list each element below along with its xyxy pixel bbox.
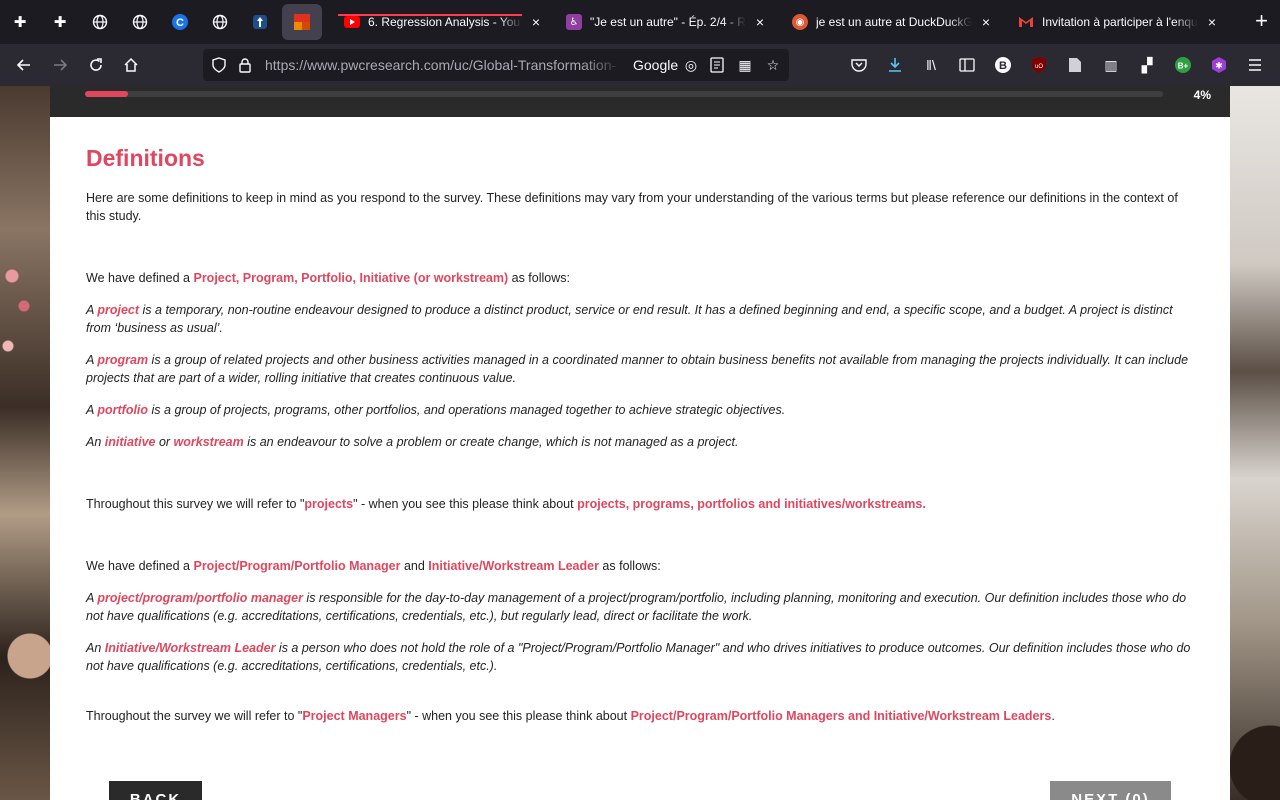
bookmark-app-icon xyxy=(251,13,269,31)
tab-title: Invitation à participer à l'enquête xyxy=(1042,15,1198,29)
pinned-tab-1[interactable]: ✚ xyxy=(0,0,40,44)
sidebar-icon[interactable] xyxy=(957,55,977,75)
duckduckgo-icon: ◉ xyxy=(792,14,808,30)
url-bar[interactable]: https://www.pwcresearch.com/uc/Global-Tr… xyxy=(203,49,789,81)
lock-icon[interactable] xyxy=(235,55,255,75)
pinned-tab-3[interactable] xyxy=(80,0,120,44)
svg-text:B+: B+ xyxy=(1178,62,1189,71)
fingerprint-icon[interactable]: ◎ xyxy=(681,55,701,75)
next-button[interactable]: NEXT (0) xyxy=(1050,781,1171,800)
c-app-icon: C xyxy=(171,13,189,31)
definition-leader: An Initiative/Workstream Leader is a per… xyxy=(86,641,1191,673)
svg-text:B: B xyxy=(999,60,1007,72)
close-icon[interactable]: × xyxy=(978,14,994,30)
pinned-tab-7[interactable] xyxy=(240,0,280,44)
pinned-tab-active-pwc[interactable] xyxy=(282,4,322,40)
url-path: /uc/Global-Transformation- xyxy=(450,57,617,73)
pinned-tab-4[interactable] xyxy=(120,0,160,44)
tab-title: "Je est un autre" - Ép. 2/4 - Rimbaud xyxy=(590,15,746,29)
pinned-tab-5[interactable]: C xyxy=(160,0,200,44)
definition-project: A project is a temporary, non-routine en… xyxy=(86,303,1173,335)
svg-text:C: C xyxy=(176,17,184,29)
definition-intro-managers: We have defined a Project/Program/Portfo… xyxy=(86,559,661,573)
youtube-icon xyxy=(344,14,360,30)
progress-fill xyxy=(85,91,129,97)
gmail-icon xyxy=(1018,14,1034,30)
pocket-icon[interactable] xyxy=(849,55,869,75)
fence-extension-icon[interactable]: ▥ xyxy=(1101,55,1121,75)
projects-reference-note: Throughout this survey we will refer to … xyxy=(86,497,926,511)
tab-title: 6. Regression Analysis - YouTube xyxy=(368,15,522,29)
globe-icon xyxy=(211,13,229,31)
bplus-extension-icon[interactable]: B+ xyxy=(1173,55,1193,75)
svg-text:uO: uO xyxy=(1035,64,1043,70)
tab-gmail[interactable]: Invitation à participer à l'enquête × xyxy=(1010,4,1228,40)
page-icon[interactable] xyxy=(1065,55,1085,75)
definitions-content: Definitions Here are some definitions to… xyxy=(86,144,1196,739)
tab-strip: ✚ ✚ C 6. Regression Analysis - You × ♿ "… xyxy=(0,0,1280,44)
download-icon[interactable] xyxy=(885,55,905,75)
app-sparkle-icon: ✚ xyxy=(13,14,27,31)
hex-extension-icon[interactable]: ✱ xyxy=(1209,55,1229,75)
page-viewport: 4% Definitions Here are some definitions… xyxy=(0,86,1280,800)
app-sparkle-icon: ✚ xyxy=(53,14,67,31)
url-text[interactable]: https://www.pwcresearch.com/uc/Global-Tr… xyxy=(265,57,625,73)
close-icon[interactable]: × xyxy=(752,14,768,30)
tab-title: je est un autre at DuckDuckGo xyxy=(816,15,972,29)
pinned-tab-2[interactable]: ✚ xyxy=(40,0,80,44)
survey-panel: 4% Definitions Here are some definitions… xyxy=(50,86,1230,800)
close-icon[interactable]: × xyxy=(528,14,544,30)
tab-duckduckgo[interactable]: ◉ je est un autre at DuckDuckGo × xyxy=(784,4,1002,40)
menu-icon[interactable] xyxy=(1245,55,1265,75)
definition-intro-projects: We have defined a Project, Program, Port… xyxy=(86,271,570,285)
definition-initiative: An initiative or workstream is an endeav… xyxy=(86,435,739,449)
star-icon[interactable]: ☆ xyxy=(763,55,783,75)
home-icon[interactable] xyxy=(119,53,143,77)
globe-icon xyxy=(131,13,149,31)
background-photo-right xyxy=(1230,86,1280,800)
page-title: Definitions xyxy=(86,145,205,171)
search-engine-label[interactable]: Google xyxy=(633,57,678,73)
svg-text:✱: ✱ xyxy=(1215,61,1223,71)
progress-percent: 4% xyxy=(1193,88,1211,102)
progress-bar xyxy=(85,91,1163,97)
globe-icon xyxy=(91,13,109,31)
pinned-tab-6[interactable] xyxy=(200,0,240,44)
progress-band: 4% xyxy=(50,86,1230,117)
managers-reference-note: Throughout the survey we will refer to "… xyxy=(86,709,1055,723)
definition-manager: A project/program/portfolio manager is r… xyxy=(86,591,1187,623)
extensions-grid-icon[interactable]: ▞ xyxy=(1137,55,1157,75)
url-host: https://www.pwcresearch.com xyxy=(265,57,451,73)
extension-b-icon[interactable]: B xyxy=(993,55,1013,75)
navigation-toolbar: https://www.pwcresearch.com/uc/Global-Tr… xyxy=(0,44,1280,86)
grid-icon[interactable]: ▦ xyxy=(735,55,755,75)
ublock-icon[interactable]: uO xyxy=(1029,55,1049,75)
definition-program: A program is a group of related projects… xyxy=(86,353,1189,385)
back-button[interactable]: BACK xyxy=(109,781,202,800)
shield-icon[interactable] xyxy=(209,55,229,75)
background-photo-left xyxy=(0,86,50,800)
definition-portfolio: A portfolio is a group of projects, prog… xyxy=(86,403,786,417)
new-tab-button[interactable]: + xyxy=(1255,10,1268,32)
tab-radio[interactable]: ♿ "Je est un autre" - Ép. 2/4 - Rimbaud … xyxy=(558,4,776,40)
back-arrow-icon[interactable] xyxy=(12,53,36,77)
tab-youtube[interactable]: 6. Regression Analysis - YouTube × xyxy=(336,4,552,40)
forward-arrow-icon[interactable] xyxy=(48,53,72,77)
radio-icon: ♿ xyxy=(566,14,582,30)
reload-icon[interactable] xyxy=(84,53,108,77)
library-icon[interactable]: ǁ\ xyxy=(921,55,941,75)
pwc-logo-icon xyxy=(293,13,311,31)
close-icon[interactable]: × xyxy=(1204,14,1220,30)
reader-view-icon[interactable] xyxy=(707,55,727,75)
intro-text: Here are some definitions to keep in min… xyxy=(86,191,1178,223)
